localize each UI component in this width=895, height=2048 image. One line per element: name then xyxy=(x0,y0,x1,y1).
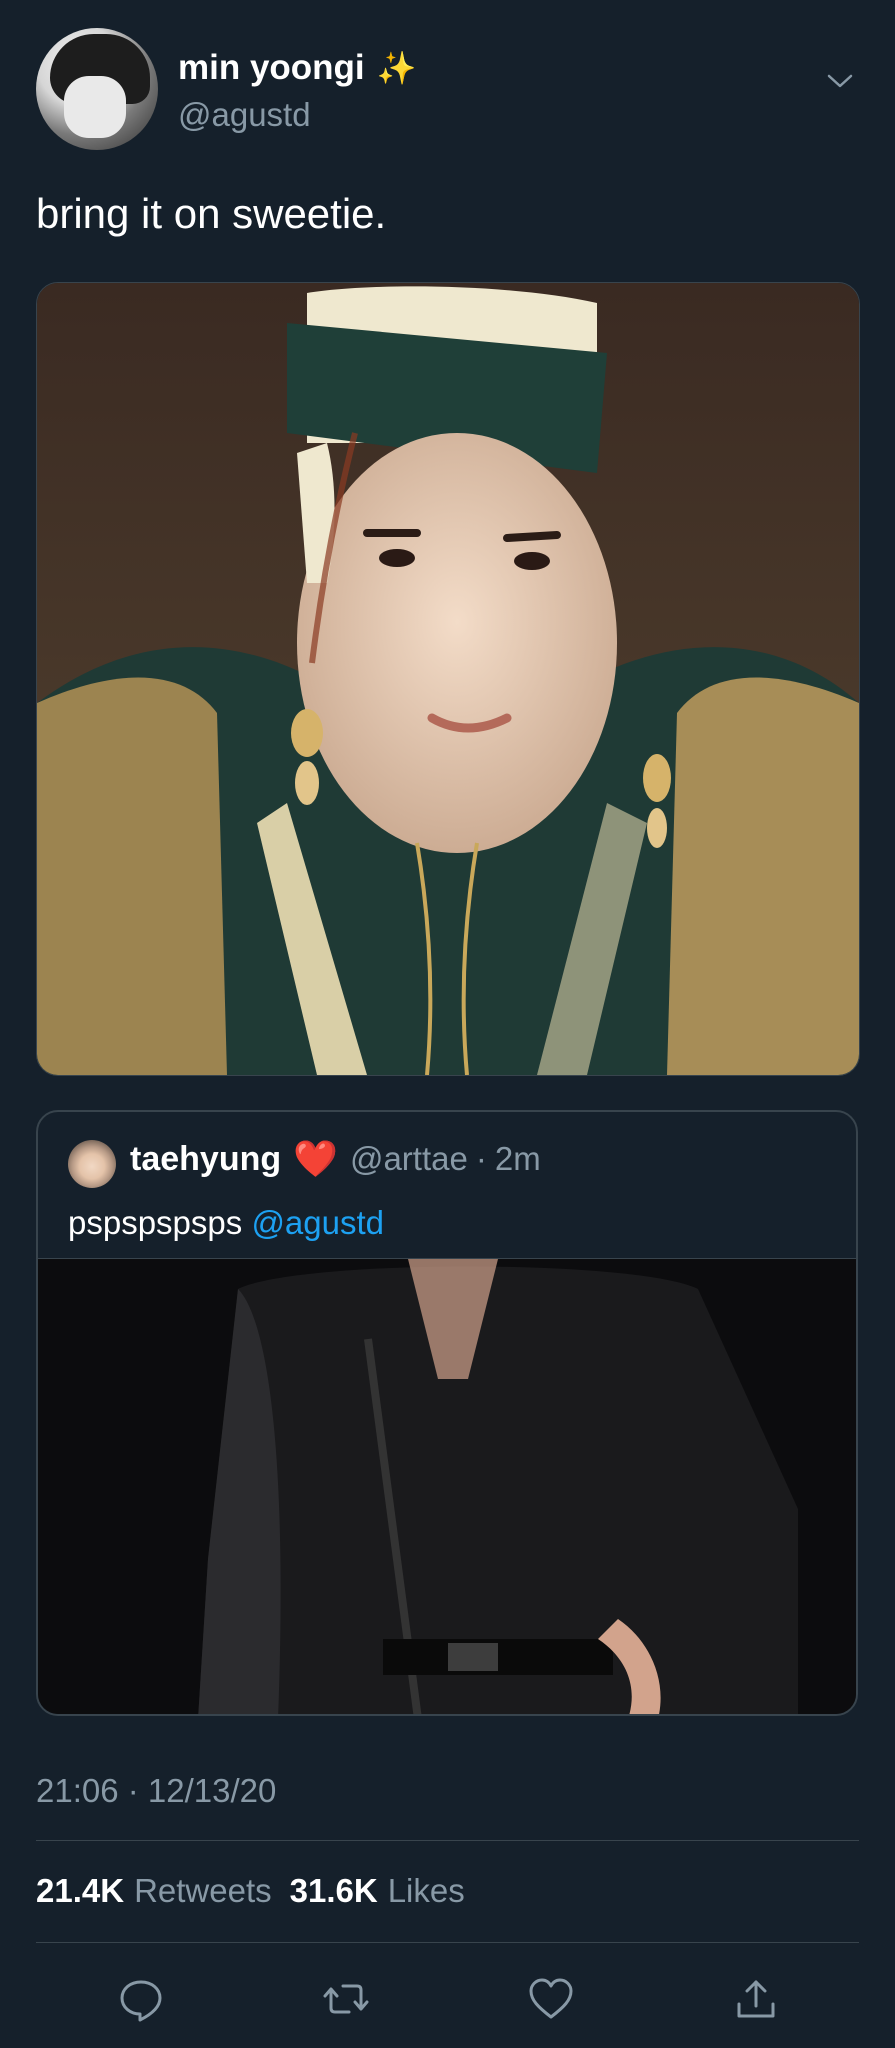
divider xyxy=(36,1840,859,1841)
divider xyxy=(36,1942,859,1943)
author-name[interactable]: min yoongi xyxy=(178,48,365,88)
tweet-timestamp: 21:06 · 12/13/20 xyxy=(36,1772,277,1809)
share-icon[interactable] xyxy=(731,1974,781,2024)
author-avatar[interactable] xyxy=(36,28,158,150)
tweet-stats: 21.4K Retweets 31.6K Likes xyxy=(36,1872,465,1910)
likes-label[interactable]: Likes xyxy=(388,1872,465,1910)
quoted-tweet-time: 2m xyxy=(494,1140,541,1177)
tweet-header: min yoongi ✨ @agustd xyxy=(36,28,859,150)
retweets-label[interactable]: Retweets xyxy=(134,1872,272,1910)
author-handle[interactable]: @agustd xyxy=(178,96,311,134)
quoted-author-avatar[interactable] xyxy=(68,1140,116,1188)
quoted-tweet[interactable]: taehyung ❤️ @arttae · 2m pspspspsps @agu… xyxy=(36,1110,858,1716)
tweet-text: bring it on sweetie. xyxy=(36,190,387,237)
quoted-mention-link[interactable]: @agustd xyxy=(251,1204,384,1241)
quoted-author-name[interactable]: taehyung xyxy=(130,1140,281,1179)
author-name-row[interactable]: min yoongi ✨ xyxy=(178,48,417,88)
reply-icon[interactable] xyxy=(116,1974,166,2024)
retweets-count[interactable]: 21.4K xyxy=(36,1872,124,1910)
quoted-tweet-text: pspspspsps @agustd xyxy=(68,1204,384,1242)
heart-emoji: ❤️ xyxy=(293,1138,338,1179)
dot-separator: · xyxy=(475,1140,487,1177)
sparkles-emoji: ✨ xyxy=(376,50,417,86)
quoted-text-body: pspspspsps xyxy=(68,1204,243,1241)
tweet-photo[interactable] xyxy=(36,282,860,1076)
likes-count[interactable]: 31.6K xyxy=(290,1872,378,1910)
chevron-down-icon[interactable] xyxy=(825,66,855,96)
quoted-author-row: taehyung ❤️ @arttae · 2m xyxy=(130,1138,541,1180)
quoted-author-handle[interactable]: @arttae xyxy=(350,1140,468,1178)
retweet-icon[interactable] xyxy=(321,1974,371,2024)
quoted-tweet-photo[interactable] xyxy=(38,1258,856,1714)
heart-icon[interactable] xyxy=(526,1974,576,2024)
action-bar xyxy=(36,1960,859,2040)
